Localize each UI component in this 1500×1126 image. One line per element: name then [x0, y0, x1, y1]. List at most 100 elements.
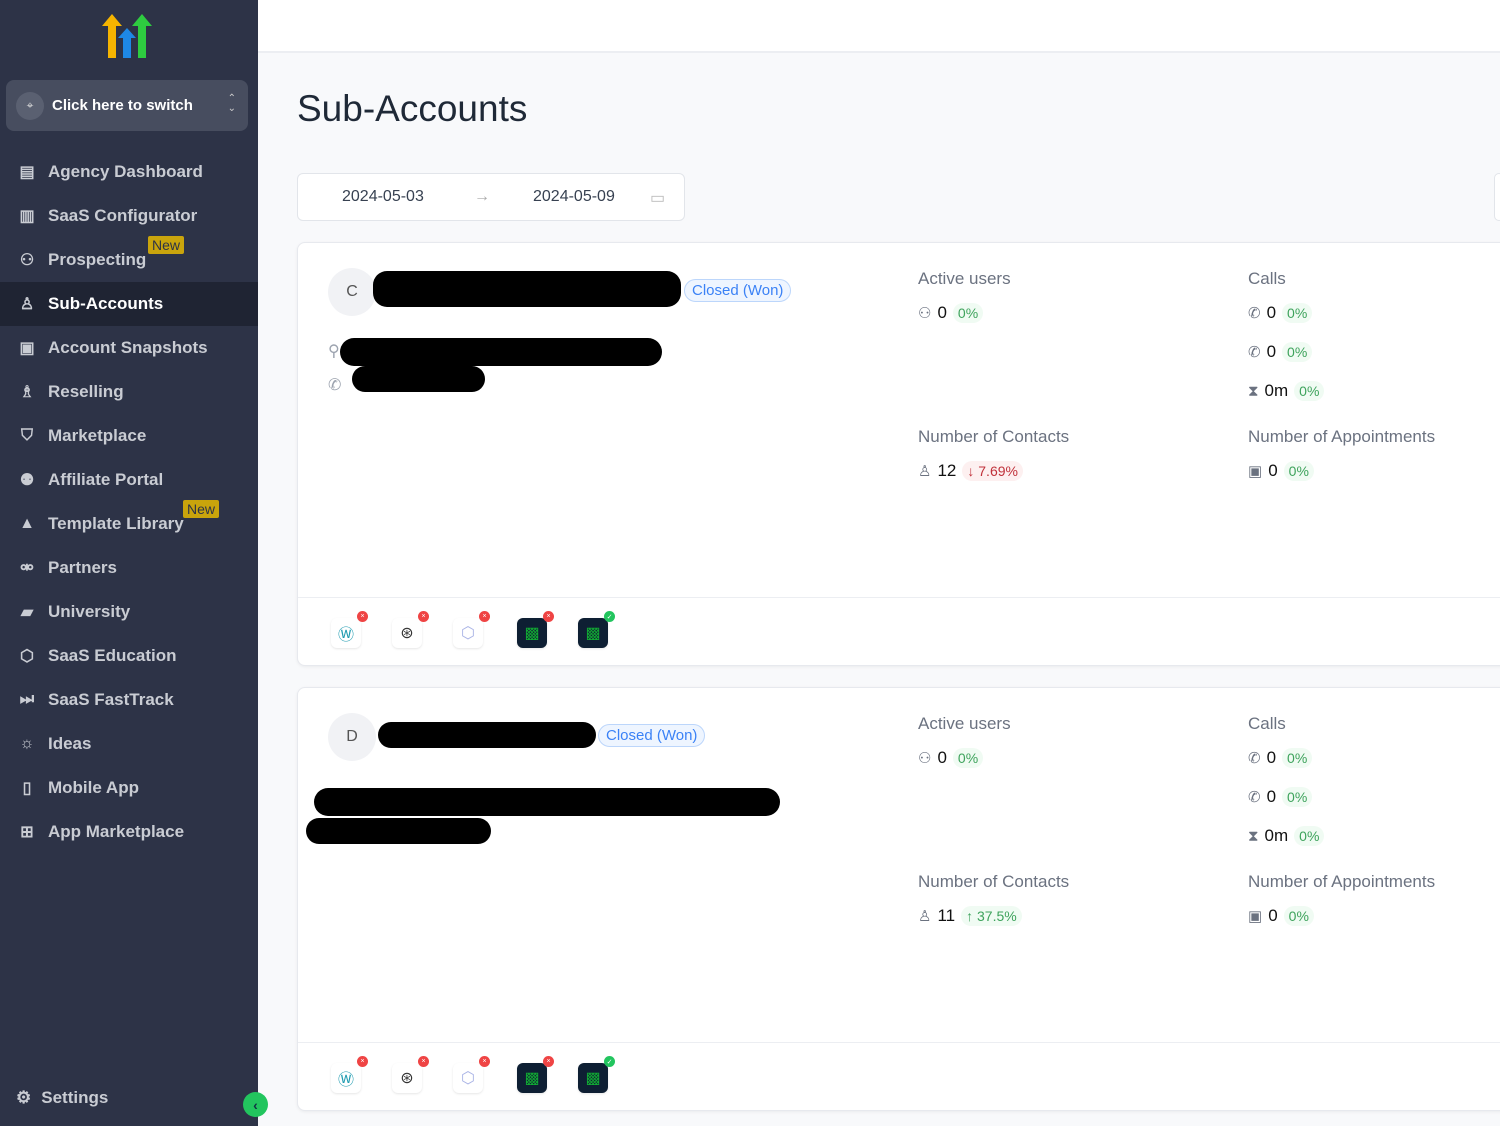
sidebar-item-saas-fasttrack[interactable]: ⏭ SaaS FastTrack — [0, 678, 258, 722]
value: 0 — [937, 748, 947, 767]
status-badge: Closed (Won) — [684, 279, 792, 302]
user-check-icon: ⚇ — [918, 305, 932, 322]
qr-icon[interactable]: ⊛ × — [392, 1056, 429, 1093]
cube-icon[interactable]: ⬡ × — [453, 611, 490, 648]
call-duration-value: ⧗ 0m 0% — [1248, 826, 1325, 846]
date-from[interactable]: 2024-05-03 — [342, 188, 424, 206]
contacts-label: Number of Contacts — [918, 872, 1070, 891]
sidebar-item-label: SaaS FastTrack — [48, 690, 174, 709]
qr-icon[interactable]: ⊛ × — [392, 611, 429, 648]
shapes-icon: ▲ — [19, 515, 35, 532]
sidebar-item-label: Sub-Accounts — [48, 294, 164, 313]
sidebar-item-affiliate-portal[interactable]: ⚉ Affiliate Portal — [0, 458, 258, 502]
sidebar-item-sub-accounts[interactable]: ♙ Sub-Accounts — [0, 282, 258, 326]
user-icon: ♙ — [918, 908, 932, 925]
account-switcher[interactable]: ⌖ Click here to switch ⌃ ⌄ — [6, 80, 248, 131]
status-badge: Closed (Won) — [598, 724, 706, 747]
users-icon: ⚉ — [19, 472, 35, 489]
sidebar-item-university[interactable]: ▰ University — [0, 590, 258, 634]
sidebar-item-label: Account Snapshots — [48, 338, 208, 357]
sidebar-item-label: Prospecting — [48, 250, 147, 269]
sidebar-item-marketplace[interactable]: ⛉ Marketplace — [0, 414, 258, 458]
sidebar-item-label: Partners — [48, 558, 117, 577]
change-badge: 0% — [1294, 381, 1325, 401]
sub-account-card[interactable]: D Closed (Won) Active users ⚇ 0 0% Calls ✆… — [297, 687, 1500, 1111]
user-search-icon: ⚇ — [19, 252, 35, 269]
contacts-value: ♙ 11 ↑ 37.5% — [918, 906, 1022, 926]
lightbulb-icon: ☼ — [19, 735, 35, 752]
appointments-value: ▣ 0 0% — [1248, 461, 1314, 481]
app-chat-icon[interactable]: ▩ ✓ — [578, 1056, 615, 1093]
calendar-icon: ▭ — [650, 190, 666, 207]
sidebar-item-reselling[interactable]: ♗ Reselling — [0, 370, 258, 414]
date-to[interactable]: 2024-05-09 — [533, 188, 615, 206]
sidebar-item-mobile-app[interactable]: ▯ Mobile App — [0, 766, 258, 810]
wordpress-icon[interactable]: Ⓦ × — [331, 1056, 368, 1093]
redacted-text — [373, 271, 681, 307]
user-icon: ♙ — [19, 296, 35, 313]
value: 0 — [1268, 461, 1278, 480]
cube-icon[interactable]: ⬡ × — [453, 1056, 490, 1093]
sidebar-item-label: Agency Dashboard — [48, 162, 203, 181]
app-phone-icon[interactable]: ▩ × — [517, 1056, 554, 1093]
wordpress-icon[interactable]: Ⓦ × — [331, 611, 368, 648]
grid-icon: ⊞ — [20, 824, 34, 841]
phone-incoming-icon: ✆ — [1248, 750, 1261, 767]
change-badge: 0% — [1282, 787, 1313, 807]
date-range-picker[interactable]: 2024-05-03 → 2024-05-09 ▭ — [297, 173, 685, 221]
chart-bars-icon: ▥ — [19, 208, 35, 225]
value: 11 — [937, 906, 956, 925]
sidebar-item-label: Template Library — [48, 514, 184, 533]
disconnected-icon: × — [479, 1056, 490, 1067]
chevron-updown-icon: ⌃ ⌄ — [227, 93, 236, 114]
filter-control[interactable] — [1494, 173, 1500, 221]
sidebar-item-template-library[interactable]: ▲ Template Library New — [0, 500, 258, 546]
change-badge: ↑ 37.5% — [961, 906, 1022, 926]
outgoing-calls-value: ✆ 0 0% — [1248, 342, 1313, 362]
user-icon: ♙ — [918, 463, 932, 480]
graduation-icon: ▰ — [20, 604, 34, 621]
incoming-calls-value: ✆ 0 0% — [1248, 748, 1313, 768]
sidebar-item-settings[interactable]: ⚙ Settings — [16, 1088, 108, 1108]
call-duration-value: ⧗ 0m 0% — [1248, 381, 1325, 401]
sidebar-item-prospecting[interactable]: ⚇ Prospecting New — [0, 236, 258, 282]
sidebar-item-label: Marketplace — [48, 426, 147, 445]
active-users-value: ⚇ 0 0% — [918, 303, 984, 323]
phone-incoming-icon: ✆ — [1248, 305, 1261, 322]
sub-account-card[interactable]: C ⚲ ✆ Closed (Won) Active users ⚇ 0 0% Calls… — [297, 242, 1500, 666]
outgoing-calls-value: ✆ 0 0% — [1248, 787, 1313, 807]
value: 0 — [1266, 787, 1277, 806]
appointments-label: Number of Appointments — [1248, 427, 1436, 446]
contacts-value: ♙ 12 ↓ 7.69% — [918, 461, 1023, 481]
change-badge: 0% — [1283, 461, 1314, 481]
pointer-icon: ⌖ — [16, 91, 44, 120]
page-title: Sub-Accounts — [297, 88, 528, 129]
sidebar-item-saas-education[interactable]: ⬡ SaaS Education — [0, 634, 258, 678]
app-chat-icon[interactable]: ▩ ✓ — [578, 611, 615, 648]
disconnected-icon: × — [479, 611, 490, 622]
sidebar-item-saas-configurator[interactable]: ▥ SaaS Configurator — [0, 194, 258, 238]
top-bar — [258, 0, 1500, 53]
change-badge: 0% — [952, 303, 984, 323]
sidebar-item-partners[interactable]: ⚮ Partners — [0, 546, 258, 590]
app-phone-icon[interactable]: ▩ × — [517, 611, 554, 648]
sidebar-item-label: Mobile App — [48, 778, 139, 797]
sidebar-item-label: Ideas — [48, 734, 92, 753]
sidebar-item-label: App Marketplace — [48, 822, 185, 841]
new-badge: New — [183, 500, 220, 518]
sidebar-item-ideas[interactable]: ☼ Ideas — [0, 722, 258, 766]
handshake-icon: ⚮ — [20, 560, 34, 577]
cube-icon: ⬡ — [20, 648, 34, 665]
dashboard-icon: ▤ — [19, 164, 35, 181]
value: 0 — [1266, 303, 1277, 322]
redacted-text — [340, 338, 662, 366]
sidebar-item-account-snapshots[interactable]: ▣ Account Snapshots — [0, 326, 258, 370]
change-value: 7.69% — [978, 463, 1018, 479]
sidebar-item-agency-dashboard[interactable]: ▤ Agency Dashboard — [0, 150, 258, 194]
active-users-value: ⚇ 0 0% — [918, 748, 984, 768]
active-users-label: Active users — [918, 714, 1011, 733]
phone-outgoing-icon: ✆ — [1248, 344, 1261, 361]
collapse-sidebar-button[interactable]: ‹ — [243, 1092, 268, 1117]
sidebar-item-app-marketplace[interactable]: ⊞ App Marketplace — [0, 810, 258, 854]
disconnected-icon: × — [418, 1056, 429, 1067]
